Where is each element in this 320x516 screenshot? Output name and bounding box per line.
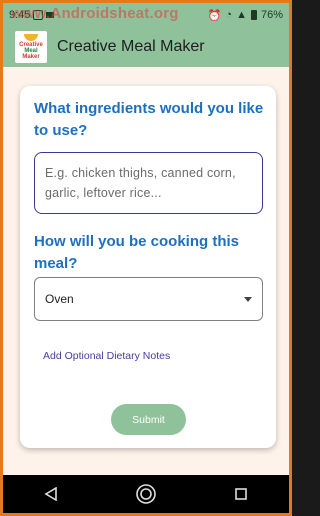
- cooking-method-select[interactable]: Oven: [34, 277, 263, 321]
- status-right: ⏰ ◔ ▲ 76%: [208, 9, 283, 22]
- wifi-icon: ◔: [225, 9, 233, 21]
- home-button[interactable]: [126, 479, 166, 509]
- battery-percent: 76%: [260, 9, 283, 21]
- battery-icon: [250, 10, 257, 20]
- app-window: 9:45 ⏰ ◔ ▲ 76% www.Androidsheat.org Crea…: [0, 0, 292, 516]
- logo-bowl-icon: [24, 34, 38, 41]
- cooking-method-value: Oven: [45, 292, 74, 306]
- logo-text-3: Maker: [22, 54, 40, 60]
- back-icon: [44, 487, 57, 501]
- system-nav-bar: [3, 475, 289, 513]
- watermark: www.Androidsheat.org: [11, 5, 179, 22]
- back-button[interactable]: [31, 479, 71, 509]
- app-logo: Creative Meal Maker: [15, 31, 47, 63]
- app-bar: Creative Meal Maker Creative Meal Maker: [3, 27, 289, 67]
- submit-button[interactable]: Submit: [111, 404, 186, 435]
- ingredients-input[interactable]: E.g. chicken thighs, canned corn, garlic…: [34, 152, 263, 214]
- signal-icon: ▲: [236, 9, 247, 21]
- recents-icon: [235, 488, 248, 500]
- cooking-question: How will you be cooking this meal?: [34, 233, 240, 272]
- app-title: Creative Meal Maker: [57, 38, 205, 55]
- meal-form-card: What ingredients would you like to use? …: [20, 86, 276, 448]
- home-icon: [136, 484, 156, 504]
- ingredients-question: What ingredients would you like to use?: [34, 100, 264, 139]
- alarm-icon: ⏰: [207, 9, 222, 22]
- dietary-notes-link[interactable]: Add Optional Dietary Notes: [43, 350, 170, 362]
- ingredients-placeholder: E.g. chicken thighs, canned corn, garlic…: [45, 166, 236, 200]
- dropdown-caret-icon: [244, 296, 252, 302]
- recents-button[interactable]: [221, 479, 261, 509]
